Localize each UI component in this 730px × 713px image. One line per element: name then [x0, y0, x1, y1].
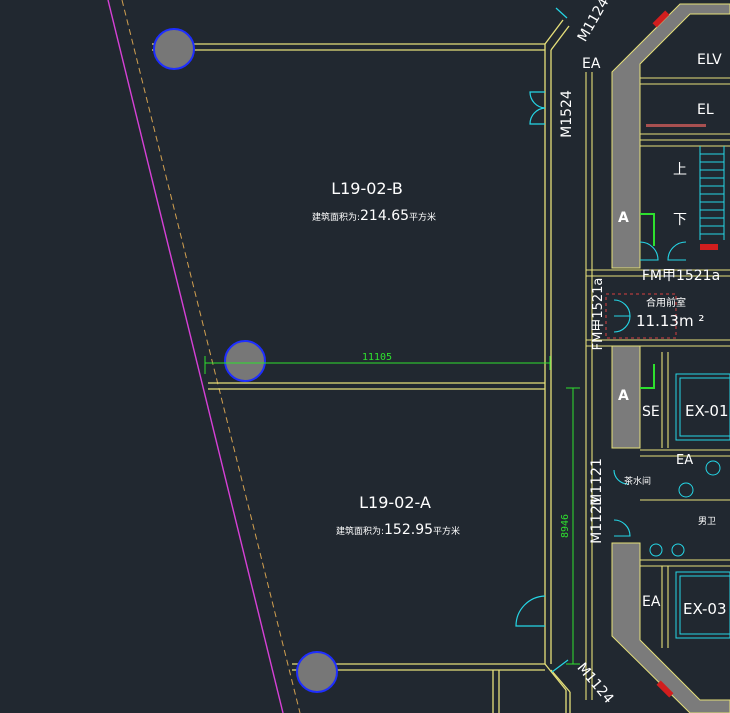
- door-fm1521a-left-label: FM甲1521a: [591, 278, 606, 351]
- label-ex03: EX-03: [683, 600, 727, 618]
- door-fm1521a-right-label: FM甲1521a: [642, 268, 720, 284]
- label-se: SE: [642, 404, 660, 420]
- door-m1124-bottom-label: M1124: [574, 660, 617, 707]
- label-janitor: 茶水间: [624, 475, 651, 487]
- label-ex01: EX-01: [685, 402, 729, 420]
- label-axis-a2: A: [618, 388, 629, 404]
- structural-columns: [153, 28, 338, 693]
- label-stair-down: 下: [673, 212, 687, 228]
- room-b-id: L19-02-B: [331, 179, 403, 198]
- stair-treads: [699, 146, 725, 240]
- label-refuge-room: 合用前室: [646, 296, 686, 309]
- dimension-horizontal-text: 11105: [362, 352, 392, 363]
- room-a-area: 建筑面积为:152.95平方米: [336, 522, 460, 538]
- label-refuge-area: 11.13m ²: [636, 312, 704, 330]
- door-m1124-top-symbol: [555, 7, 568, 19]
- dashed-setback-line: [121, 0, 301, 713]
- label-elv: ELV: [697, 52, 722, 68]
- cad-drawing-canvas[interactable]: L19-02-B 建筑面积为:214.65平方米 L19-02-A 建筑面积为:…: [0, 0, 730, 713]
- door-m1524-symbol: [529, 91, 546, 125]
- door-m1124-bottom-symbol: [551, 659, 569, 673]
- label-ea-top: EA: [582, 56, 601, 72]
- dimension-vertical-text: 8946: [560, 514, 571, 538]
- label-toilet: 男卫: [698, 516, 716, 527]
- room-a-id: L19-02-A: [359, 493, 431, 512]
- door-m1124-top-label: M1124: [575, 0, 613, 45]
- label-axis-a1: A: [618, 210, 629, 226]
- room-b-area: 建筑面积为:214.65平方米: [312, 208, 436, 224]
- column-bottom: [296, 651, 338, 693]
- label-ea-mid: EA: [676, 453, 693, 468]
- column-mid: [224, 340, 266, 382]
- label-stair-up: 上: [673, 162, 687, 178]
- toilet-fixtures: [649, 460, 721, 557]
- door-m1121-b-label: M1121: [589, 496, 605, 544]
- floor-plan: L19-02-B 建筑面积为:214.65平方米 L19-02-A 建筑面积为:…: [107, 0, 730, 713]
- door-m1524-label: M1524: [559, 90, 575, 138]
- label-ea-low: EA: [642, 594, 661, 610]
- label-el: EL: [697, 102, 714, 118]
- door-bottom-swing: [515, 595, 546, 627]
- tenant-walls: [152, 19, 571, 713]
- column-top: [153, 28, 195, 70]
